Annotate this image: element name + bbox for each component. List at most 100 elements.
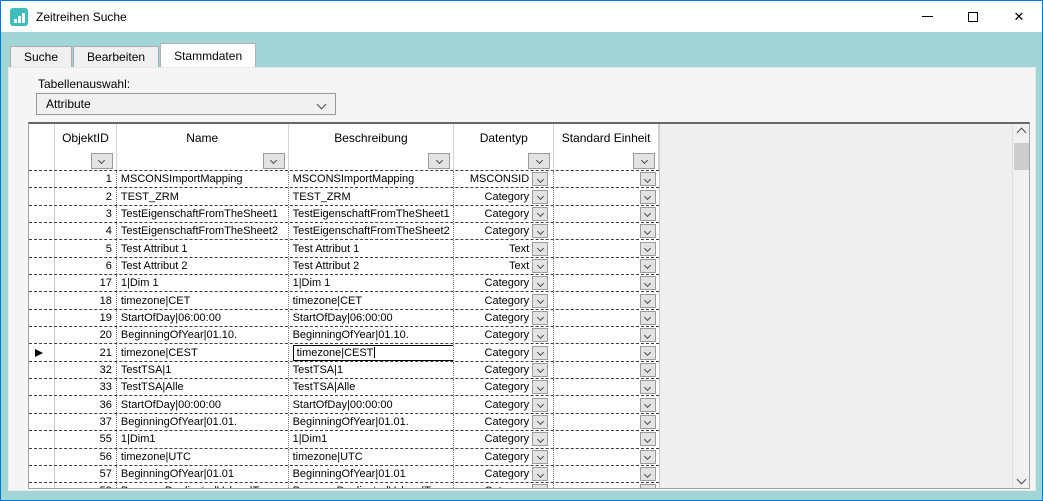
cell-name[interactable]: BeginningOfYear|01.10. bbox=[117, 327, 289, 343]
cell-beschreibung[interactable]: BeginningOfYear|01.01. bbox=[289, 414, 455, 430]
vertical-scrollbar[interactable] bbox=[1012, 124, 1029, 488]
row-header-cell[interactable] bbox=[29, 362, 55, 378]
column-header-datentyp[interactable]: Datentyp bbox=[454, 124, 554, 151]
cell-name[interactable]: TestEigenschaftFromTheSheet1 bbox=[117, 206, 289, 222]
cell-beschreibung[interactable]: StartOfDay|00:00:00 bbox=[289, 396, 455, 412]
einheit-dropdown-button[interactable] bbox=[640, 294, 656, 308]
cell-beschreibung[interactable]: TestEigenschaftFromTheSheet1 bbox=[289, 206, 455, 222]
cell-standard-einheit[interactable] bbox=[554, 171, 659, 187]
einheit-dropdown-button[interactable] bbox=[640, 467, 656, 481]
einheit-dropdown-button[interactable] bbox=[640, 398, 656, 412]
datentyp-dropdown-button[interactable] bbox=[532, 363, 548, 377]
einheit-dropdown-button[interactable] bbox=[640, 432, 656, 446]
cell-objektid[interactable]: 5 bbox=[55, 240, 117, 256]
cell-objektid[interactable]: 4 bbox=[55, 223, 117, 239]
row-header-cell[interactable] bbox=[29, 327, 55, 343]
cell-standard-einheit[interactable] bbox=[554, 327, 659, 343]
datentyp-dropdown-button[interactable] bbox=[532, 276, 548, 290]
cell-standard-einheit[interactable] bbox=[554, 344, 659, 360]
cell-datentyp[interactable]: Category bbox=[454, 483, 554, 488]
cell-datentyp[interactable]: MSCONSID bbox=[454, 171, 554, 187]
scrollbar-thumb[interactable] bbox=[1014, 143, 1029, 170]
einheit-dropdown-button[interactable] bbox=[640, 328, 656, 342]
einheit-dropdown-button[interactable] bbox=[640, 259, 656, 273]
cell-standard-einheit[interactable] bbox=[554, 240, 659, 256]
cell-objektid[interactable]: 36 bbox=[55, 396, 117, 412]
cell-beschreibung[interactable]: timezone|CET bbox=[289, 292, 455, 308]
einheit-dropdown-button[interactable] bbox=[640, 224, 656, 238]
einheit-dropdown-button[interactable] bbox=[640, 190, 656, 204]
datentyp-dropdown-button[interactable] bbox=[532, 294, 548, 308]
row-header-cell[interactable] bbox=[29, 310, 55, 326]
datentyp-dropdown-button[interactable] bbox=[532, 450, 548, 464]
table-select[interactable]: Attribute bbox=[36, 93, 336, 115]
cell-datentyp[interactable]: Category bbox=[454, 292, 554, 308]
datentyp-dropdown-button[interactable] bbox=[532, 346, 548, 360]
column-header-objektid[interactable]: ObjektID bbox=[55, 124, 117, 151]
cell-objektid[interactable]: 19 bbox=[55, 310, 117, 326]
cell-datentyp[interactable]: Category bbox=[454, 449, 554, 465]
cell-objektid[interactable]: 18 bbox=[55, 292, 117, 308]
datentyp-dropdown-button[interactable] bbox=[532, 328, 548, 342]
cell-standard-einheit[interactable] bbox=[554, 483, 659, 488]
cell-beschreibung[interactable]: TestTSA|Alle bbox=[289, 379, 455, 395]
cell-name[interactable]: Test Attribut 2 bbox=[117, 258, 289, 274]
cell-datentyp[interactable]: Category bbox=[454, 362, 554, 378]
row-header-cell[interactable] bbox=[29, 466, 55, 482]
cell-datentyp[interactable]: Category bbox=[454, 327, 554, 343]
cell-datentyp[interactable]: Category bbox=[454, 188, 554, 204]
cell-name[interactable]: timezone|CEST bbox=[117, 344, 289, 360]
tab-bearbeiten[interactable]: Bearbeiten bbox=[73, 46, 159, 67]
row-header-cell[interactable] bbox=[29, 483, 55, 488]
einheit-dropdown-button[interactable] bbox=[640, 484, 656, 488]
column-header-standard-einheit[interactable]: Standard Einheit bbox=[554, 124, 659, 151]
cell-standard-einheit[interactable] bbox=[554, 223, 659, 239]
einheit-dropdown-button[interactable] bbox=[640, 242, 656, 256]
datentyp-dropdown-button[interactable] bbox=[532, 190, 548, 204]
row-header-cell[interactable] bbox=[29, 379, 55, 395]
cell-objektid[interactable]: 32 bbox=[55, 362, 117, 378]
cell-objektid[interactable]: 55 bbox=[55, 431, 117, 447]
maximize-button[interactable] bbox=[950, 1, 996, 32]
cell-standard-einheit[interactable] bbox=[554, 362, 659, 378]
cell-datentyp[interactable]: Category bbox=[454, 275, 554, 291]
cell-datentyp[interactable]: Category bbox=[454, 223, 554, 239]
datentyp-dropdown-button[interactable] bbox=[532, 259, 548, 273]
cell-beschreibung[interactable]: MSCONSImportMapping bbox=[289, 171, 455, 187]
cell-name[interactable]: TestTSA|1 bbox=[117, 362, 289, 378]
datentyp-dropdown-button[interactable] bbox=[532, 242, 548, 256]
filter-dropdown-button[interactable] bbox=[91, 153, 113, 169]
einheit-dropdown-button[interactable] bbox=[640, 380, 656, 394]
cell-beschreibung[interactable]: Test Attribut 1 bbox=[289, 240, 455, 256]
cell-standard-einheit[interactable] bbox=[554, 310, 659, 326]
einheit-dropdown-button[interactable] bbox=[640, 346, 656, 360]
cell-name[interactable]: TestEigenschaftFromTheSheet2 bbox=[117, 223, 289, 239]
row-header-cell[interactable] bbox=[29, 292, 55, 308]
cell-name[interactable]: PreserveDuplicatedValues|True bbox=[117, 483, 289, 488]
cell-beschreibung[interactable]: BeginningOfYear|01.10. bbox=[289, 327, 455, 343]
cell-name[interactable]: BeginningOfYear|01.01. bbox=[117, 414, 289, 430]
cell-beschreibung[interactable]: 1|Dim 1 bbox=[289, 275, 455, 291]
datentyp-dropdown-button[interactable] bbox=[532, 432, 548, 446]
cell-objektid[interactable]: 2 bbox=[55, 188, 117, 204]
cell-objektid[interactable]: 20 bbox=[55, 327, 117, 343]
row-header-cell[interactable] bbox=[29, 223, 55, 239]
datentyp-dropdown-button[interactable] bbox=[532, 415, 548, 429]
cell-objektid[interactable]: 6 bbox=[55, 258, 117, 274]
cell-beschreibung[interactable]: timezone|CEST bbox=[289, 344, 455, 360]
cell-beschreibung[interactable]: BeginningOfYear|01.01 bbox=[289, 466, 455, 482]
cell-datentyp[interactable]: Category bbox=[454, 344, 554, 360]
cell-beschreibung[interactable]: timezone|UTC bbox=[289, 449, 455, 465]
cell-name[interactable]: MSCONSImportMapping bbox=[117, 171, 289, 187]
cell-datentyp[interactable]: Category bbox=[454, 379, 554, 395]
cell-standard-einheit[interactable] bbox=[554, 275, 659, 291]
cell-name[interactable]: timezone|CET bbox=[117, 292, 289, 308]
minimize-button[interactable] bbox=[904, 1, 950, 32]
cell-datentyp[interactable]: Category bbox=[454, 466, 554, 482]
cell-beschreibung[interactable]: 1|Dim1 bbox=[289, 431, 455, 447]
datentyp-dropdown-button[interactable] bbox=[532, 380, 548, 394]
cell-datentyp[interactable]: Category bbox=[454, 310, 554, 326]
datentyp-dropdown-button[interactable] bbox=[532, 467, 548, 481]
einheit-dropdown-button[interactable] bbox=[640, 363, 656, 377]
einheit-dropdown-button[interactable] bbox=[640, 415, 656, 429]
